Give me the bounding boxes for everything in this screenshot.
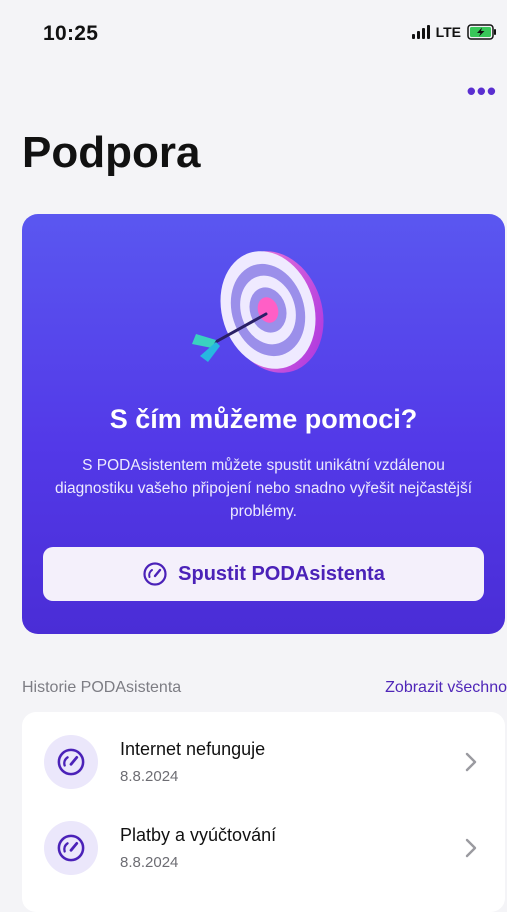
speedometer-icon <box>44 735 98 789</box>
start-assistant-button[interactable]: Spustit PODAsistenta <box>43 547 484 601</box>
speedometer-icon <box>44 821 98 875</box>
target-dart-illustration <box>192 251 324 373</box>
battery-icon <box>467 24 496 40</box>
history-list: Internet nefunguje 8.8.2024 Platby a vyú… <box>22 712 505 912</box>
history-item-title: Platby a vyúčtování <box>120 825 277 845</box>
start-assistant-label: Spustit PODAsistenta <box>178 562 385 585</box>
history-item-date: 8.8.2024 <box>120 854 179 871</box>
history-title: Historie PODAsistenta <box>22 679 182 696</box>
history-item-text: Platby a vyúčtování 8.8.2024 <box>120 825 276 871</box>
chevron-right-icon <box>465 752 477 772</box>
history-item-text: Internet nefunguje 8.8.2024 <box>120 739 265 785</box>
status-indicators: LTE <box>411 24 497 40</box>
assistant-hero-card: S čím můžeme pomoci? S PODAsistentem můž… <box>22 214 505 634</box>
hero-description: S PODAsistentem můžete spustit unikátní … <box>54 457 473 520</box>
signal-icon <box>411 25 430 39</box>
show-all-link[interactable]: Zobrazit všechno <box>385 679 507 697</box>
history-item[interactable]: Platby a vyúčtování 8.8.2024 <box>22 808 505 888</box>
status-time: 10:25 <box>43 22 99 45</box>
hero-heading: S čím můžeme pomoci? <box>109 404 418 434</box>
chevron-right-icon <box>465 838 477 858</box>
history-item[interactable]: Internet nefunguje 8.8.2024 <box>22 722 505 802</box>
speedometer-icon <box>143 562 167 586</box>
more-options-button[interactable]: ••• <box>467 78 497 104</box>
history-section-header: Historie PODAsistenta Zobrazit všechno <box>22 679 507 697</box>
status-bar: 10:25 LTE <box>0 0 507 64</box>
network-type: LTE <box>435 24 461 40</box>
history-item-date: 8.8.2024 <box>120 768 179 785</box>
history-item-title: Internet nefunguje <box>120 739 266 759</box>
page-title: Podpora <box>22 128 201 177</box>
